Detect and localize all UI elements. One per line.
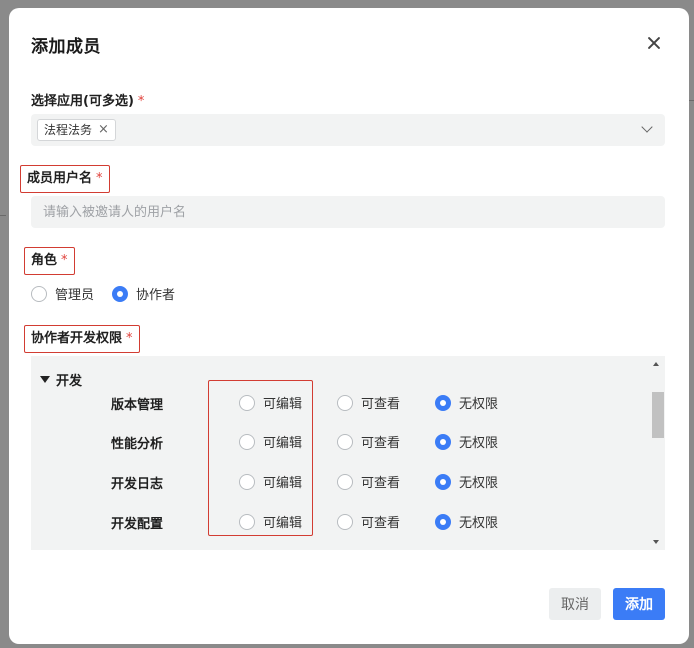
caret-down-icon [40,376,50,383]
group-header-dev[interactable]: 开发 [40,370,82,389]
perm-option-none[interactable]: 无权限 [435,432,498,451]
radio-icon[interactable] [337,394,353,411]
perm-option-view[interactable]: 可查看 [337,512,400,531]
perm-option-label: 无权限 [459,516,499,531]
required-mark: * [61,253,68,268]
permission-name: 版本管理 [111,398,164,413]
radio-icon[interactable] [337,433,353,450]
scroll-thumb[interactable] [652,392,664,438]
perm-option-label: 无权限 [459,397,499,412]
perm-option-label: 可编辑 [263,476,303,491]
remove-tag-icon[interactable]: × [98,120,109,140]
permissions-panel: 开发 版本管理 可编辑 可查看 无权限 性能分析 可编辑 可查看 无权限 开发日… [31,356,665,550]
cancel-button[interactable]: 取消 [549,588,601,620]
permissions-label-text: 协作者开发权限 [31,331,123,346]
perm-option-edit[interactable]: 可编辑 [239,512,302,531]
role-option-collaborator[interactable]: 协作者 [112,284,175,303]
perm-option-label: 可编辑 [263,397,303,412]
add-button[interactable]: 添加 [613,588,665,620]
scroll-down-arrow-icon[interactable] [653,540,659,544]
group-label: 开发 [56,374,83,389]
perm-option-label: 可查看 [361,397,401,412]
radio-icon[interactable] [31,285,47,302]
permission-row: 性能分析 可编辑 可查看 无权限 [31,432,641,452]
perm-option-label: 可编辑 [263,516,303,531]
radio-checked-icon[interactable] [435,513,451,530]
radio-icon[interactable] [337,513,353,530]
username-field-label: 成员用户名 * [20,165,110,193]
radio-checked-icon[interactable] [112,285,128,302]
apps-field-label: 选择应用(可多选) * [31,90,144,109]
radio-icon[interactable] [239,473,255,490]
perm-option-view[interactable]: 可查看 [337,432,400,451]
required-mark: * [96,171,103,186]
perm-option-label: 可查看 [361,516,401,531]
permission-name: 性能分析 [111,437,164,452]
perm-option-none[interactable]: 无权限 [435,393,498,412]
radio-icon[interactable] [239,394,255,411]
radio-icon[interactable] [337,473,353,490]
app-tag: 法程法务 × [37,119,116,141]
role-option-label: 管理员 [55,288,95,303]
perm-option-label: 无权限 [459,436,499,451]
perm-option-edit[interactable]: 可编辑 [239,472,302,491]
permission-row: 开发配置 可编辑 可查看 无权限 [31,512,641,532]
perm-option-view[interactable]: 可查看 [337,393,400,412]
perm-option-view[interactable]: 可查看 [337,472,400,491]
username-input[interactable] [31,196,665,228]
panel-scrollbar[interactable] [649,356,665,550]
perm-option-label: 可查看 [361,436,401,451]
apps-multiselect[interactable]: 法程法务 × [31,114,665,146]
dialog-title: 添加成员 [31,37,101,57]
perm-option-none[interactable]: 无权限 [435,472,498,491]
permission-row: 开发日志 可编辑 可查看 无权限 [31,472,641,492]
chevron-down-icon [641,121,653,133]
radio-icon[interactable] [239,513,255,530]
role-option-admin[interactable]: 管理员 [31,284,94,303]
radio-checked-icon[interactable] [435,394,451,411]
permission-row: 版本管理 可编辑 可查看 无权限 [31,393,641,413]
perm-option-label: 无权限 [459,476,499,491]
app-tag-label: 法程法务 [44,123,93,137]
radio-checked-icon[interactable] [435,433,451,450]
role-field-label: 角色 * [24,247,75,275]
perm-option-edit[interactable]: 可编辑 [239,432,302,451]
role-label-text: 角色 [31,253,58,268]
perm-option-label: 可编辑 [263,436,303,451]
username-label-text: 成员用户名 [27,171,93,186]
permission-name: 开发配置 [111,517,164,532]
permissions-field-label: 协作者开发权限 * [24,325,140,353]
radio-icon[interactable] [239,433,255,450]
backdrop-divider [0,215,6,216]
scroll-up-arrow-icon[interactable] [653,362,659,366]
role-option-label: 协作者 [136,288,176,303]
perm-option-label: 可查看 [361,476,401,491]
apps-label-text: 选择应用(可多选) [31,94,134,109]
required-mark: * [137,94,145,109]
perm-option-none[interactable]: 无权限 [435,512,498,531]
radio-checked-icon[interactable] [435,473,451,490]
permission-name: 开发日志 [111,477,164,492]
perm-option-edit[interactable]: 可编辑 [239,393,302,412]
close-icon[interactable] [645,34,663,52]
required-mark: * [126,331,133,346]
